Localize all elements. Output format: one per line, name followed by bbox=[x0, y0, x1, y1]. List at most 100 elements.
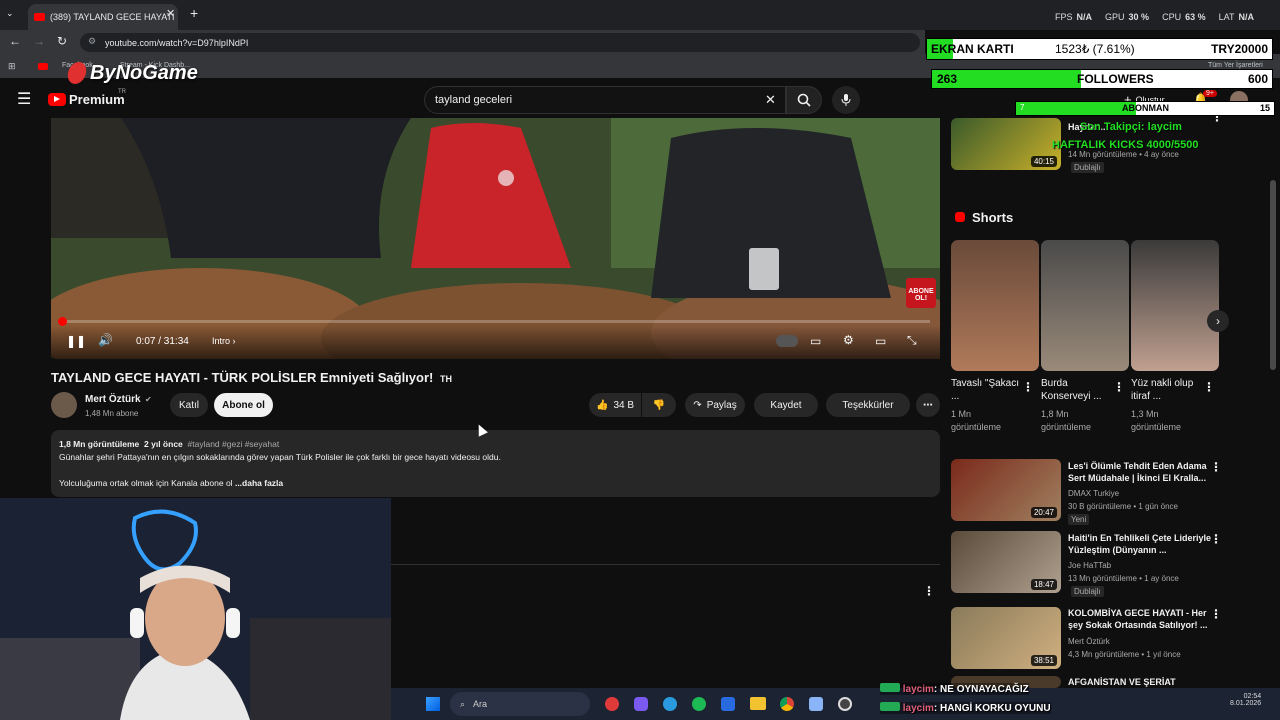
short-menu-icon[interactable]: ⋮ bbox=[1113, 380, 1125, 394]
new-tab-icon[interactable]: + bbox=[190, 5, 198, 21]
sidebar-video-menu-icon[interactable]: ⋮ bbox=[1210, 607, 1222, 621]
taskbar-time: 02:54 bbox=[1243, 693, 1262, 700]
sidebar-video-channel[interactable]: Joe HaTTab bbox=[1068, 560, 1111, 571]
channel-avatar[interactable] bbox=[51, 392, 77, 418]
more-actions-icon[interactable]: ⋯ bbox=[916, 393, 940, 417]
short-title[interactable]: Yüz nakli olup itiraf ... bbox=[1131, 377, 1201, 403]
progress-track[interactable] bbox=[61, 320, 930, 323]
clear-search-icon[interactable]: ✕ bbox=[765, 92, 776, 108]
taskbar-clock: 02:54 8.01.2026 bbox=[1230, 693, 1261, 707]
volume-icon[interactable]: 🔊 bbox=[98, 333, 113, 347]
channel-name[interactable]: Mert Öztürk bbox=[85, 394, 141, 405]
page-scrollbar[interactable] bbox=[1270, 180, 1276, 370]
reload-icon[interactable]: ↻ bbox=[57, 34, 67, 48]
spotify-icon[interactable] bbox=[692, 697, 706, 711]
description-box[interactable]: 1,8 Mn görüntüleme 2 yıl önce #tayland #… bbox=[51, 430, 940, 497]
settings-icon[interactable]: ⚙ bbox=[843, 333, 854, 347]
forward-icon[interactable]: → bbox=[33, 34, 45, 48]
site-info-icon[interactable]: ⚙ bbox=[88, 36, 96, 47]
show-more-link[interactable]: ...daha fazla bbox=[235, 478, 283, 488]
fullscreen-icon[interactable]: ⤡ bbox=[907, 333, 917, 348]
subscriber-count: 1,48 Mn abone bbox=[85, 409, 139, 418]
taskbar-search[interactable]: ⌕ Ara bbox=[450, 692, 590, 716]
apps-icon[interactable]: ⊞ bbox=[8, 61, 16, 72]
youtube-bookmark-icon[interactable] bbox=[38, 63, 48, 70]
short-thumb[interactable] bbox=[1131, 240, 1219, 371]
youtube-logo-text[interactable]: Premium bbox=[69, 92, 125, 107]
like-button[interactable]: 👍 34 B bbox=[589, 393, 641, 417]
short-menu-icon[interactable]: ⋮ bbox=[1022, 380, 1034, 394]
taskbar-search-label: Ara bbox=[473, 699, 488, 709]
chrome-icon[interactable] bbox=[780, 697, 794, 711]
share-button[interactable]: ↷ Paylaş bbox=[685, 393, 745, 417]
like-icon: 👍 bbox=[595, 399, 609, 411]
save-label: Kaydet bbox=[770, 399, 802, 411]
obs-icon[interactable] bbox=[838, 697, 852, 711]
sidebar-video-thumb[interactable]: 40:15 bbox=[951, 118, 1061, 170]
sidebar-video-channel[interactable]: Mert Öztürk bbox=[1068, 636, 1110, 647]
fps-value: N/A bbox=[1076, 12, 1093, 22]
sidebar-video-menu-icon[interactable]: ⋮ bbox=[1210, 460, 1222, 474]
join-button[interactable]: Katıl bbox=[170, 393, 208, 417]
sidebar-video-title[interactable]: AFGANİSTAN VE ŞERİAT bbox=[1068, 676, 1218, 688]
short-thumb[interactable] bbox=[951, 240, 1039, 371]
youtube-logo-icon[interactable] bbox=[48, 93, 66, 106]
sidebar-video-menu-icon[interactable]: ⋮ bbox=[1210, 532, 1222, 546]
short-title[interactable]: Burda Konserveyi ... bbox=[1041, 377, 1111, 403]
sidebar-video-title[interactable]: KOLOMBİYA GECE HAYATI - Her şey Sokak Or… bbox=[1068, 607, 1218, 631]
video-title-flag: TH bbox=[439, 374, 452, 384]
app-icon[interactable] bbox=[605, 697, 619, 711]
sidebar-video-title[interactable]: Les'i Ölümle Tehdit Eden Adama Sert Müda… bbox=[1068, 460, 1218, 484]
short-menu-icon[interactable]: ⋮ bbox=[1203, 380, 1215, 394]
comments-menu-icon[interactable]: ⋮ bbox=[923, 584, 935, 598]
shorts-heading: Shorts bbox=[972, 210, 1014, 225]
sidebar-video-channel[interactable]: DMAX Turkiye bbox=[1068, 488, 1119, 499]
shorts-next-icon[interactable]: › bbox=[1207, 310, 1229, 332]
search-input[interactable]: tayland geceleri ✕ bbox=[424, 86, 786, 114]
back-icon[interactable]: ← bbox=[9, 34, 21, 48]
search-icon bbox=[797, 93, 811, 107]
followers-goal-bar: 263 FOLLOWERS 600 bbox=[931, 69, 1273, 89]
autoplay-toggle[interactable] bbox=[776, 335, 798, 347]
pause-icon[interactable]: ❚❚ bbox=[66, 334, 86, 348]
file-explorer-icon[interactable] bbox=[750, 697, 766, 710]
search-button[interactable] bbox=[786, 86, 822, 114]
edge-icon[interactable] bbox=[663, 697, 677, 711]
sidebar-video-thumb[interactable]: 20:47 bbox=[951, 459, 1061, 521]
short-title[interactable]: Tavaslı "Şakacı ... bbox=[951, 377, 1021, 403]
tab-list-icon[interactable]: ⌄ bbox=[6, 8, 14, 19]
short-views: 1,8 Mn görüntüleme bbox=[1041, 409, 1092, 432]
bookmark-all[interactable]: Tüm Yer İşaretleri bbox=[1208, 62, 1263, 69]
dislike-button[interactable]: 👎 bbox=[642, 393, 676, 417]
url-input[interactable]: ⚙ youtube.com/watch?v=D97hlpINdPI bbox=[80, 33, 920, 52]
theater-mode-icon[interactable]: ▭ bbox=[875, 334, 886, 348]
app-icon[interactable] bbox=[809, 697, 823, 711]
browser-tab[interactable]: (389) TAYLAND GECE HAYATI 🔊 bbox=[28, 4, 178, 30]
voice-search-button[interactable] bbox=[832, 86, 860, 114]
chapter-button[interactable]: Intro › bbox=[212, 336, 236, 346]
verified-icon: ✔ bbox=[145, 395, 152, 404]
sidebar-video-thumb[interactable]: 38:51 bbox=[951, 607, 1061, 669]
sidebar-video-title[interactable]: Haiti'in En Tehlikeli Çete Lideriyle Yüz… bbox=[1068, 532, 1218, 556]
subtitles-icon[interactable]: ▭ bbox=[810, 334, 821, 348]
menu-icon[interactable]: ☰ bbox=[17, 89, 31, 109]
windows-start-icon[interactable] bbox=[426, 697, 440, 711]
thanks-button[interactable]: Teşekkürler bbox=[826, 393, 910, 417]
thanks-label: Teşekkürler bbox=[842, 399, 894, 411]
subscribe-button[interactable]: Abone ol bbox=[214, 393, 273, 417]
search-value: tayland geceleri bbox=[435, 94, 513, 106]
lat-value: N/A bbox=[1238, 12, 1254, 22]
abone-current: 7 bbox=[1020, 103, 1025, 112]
fps-label: FPS bbox=[1055, 12, 1073, 22]
sidebar-video-thumb[interactable]: 18:47 bbox=[951, 531, 1061, 593]
chat-user: laycim bbox=[902, 703, 934, 714]
save-button[interactable]: Kaydet bbox=[754, 393, 818, 417]
app-icon[interactable] bbox=[721, 697, 735, 711]
scrubber-handle[interactable] bbox=[58, 317, 67, 326]
close-tab-icon[interactable]: ✕ bbox=[166, 7, 175, 20]
description-tags[interactable]: #tayland #gezi #seyahat bbox=[188, 439, 280, 449]
short-thumb[interactable] bbox=[1041, 240, 1129, 371]
chat-text: : HANGİ KORKU OYUNU bbox=[933, 703, 1051, 714]
sidebar-video-badge: Dublajlı bbox=[1071, 586, 1104, 597]
app-icon[interactable] bbox=[634, 697, 648, 711]
